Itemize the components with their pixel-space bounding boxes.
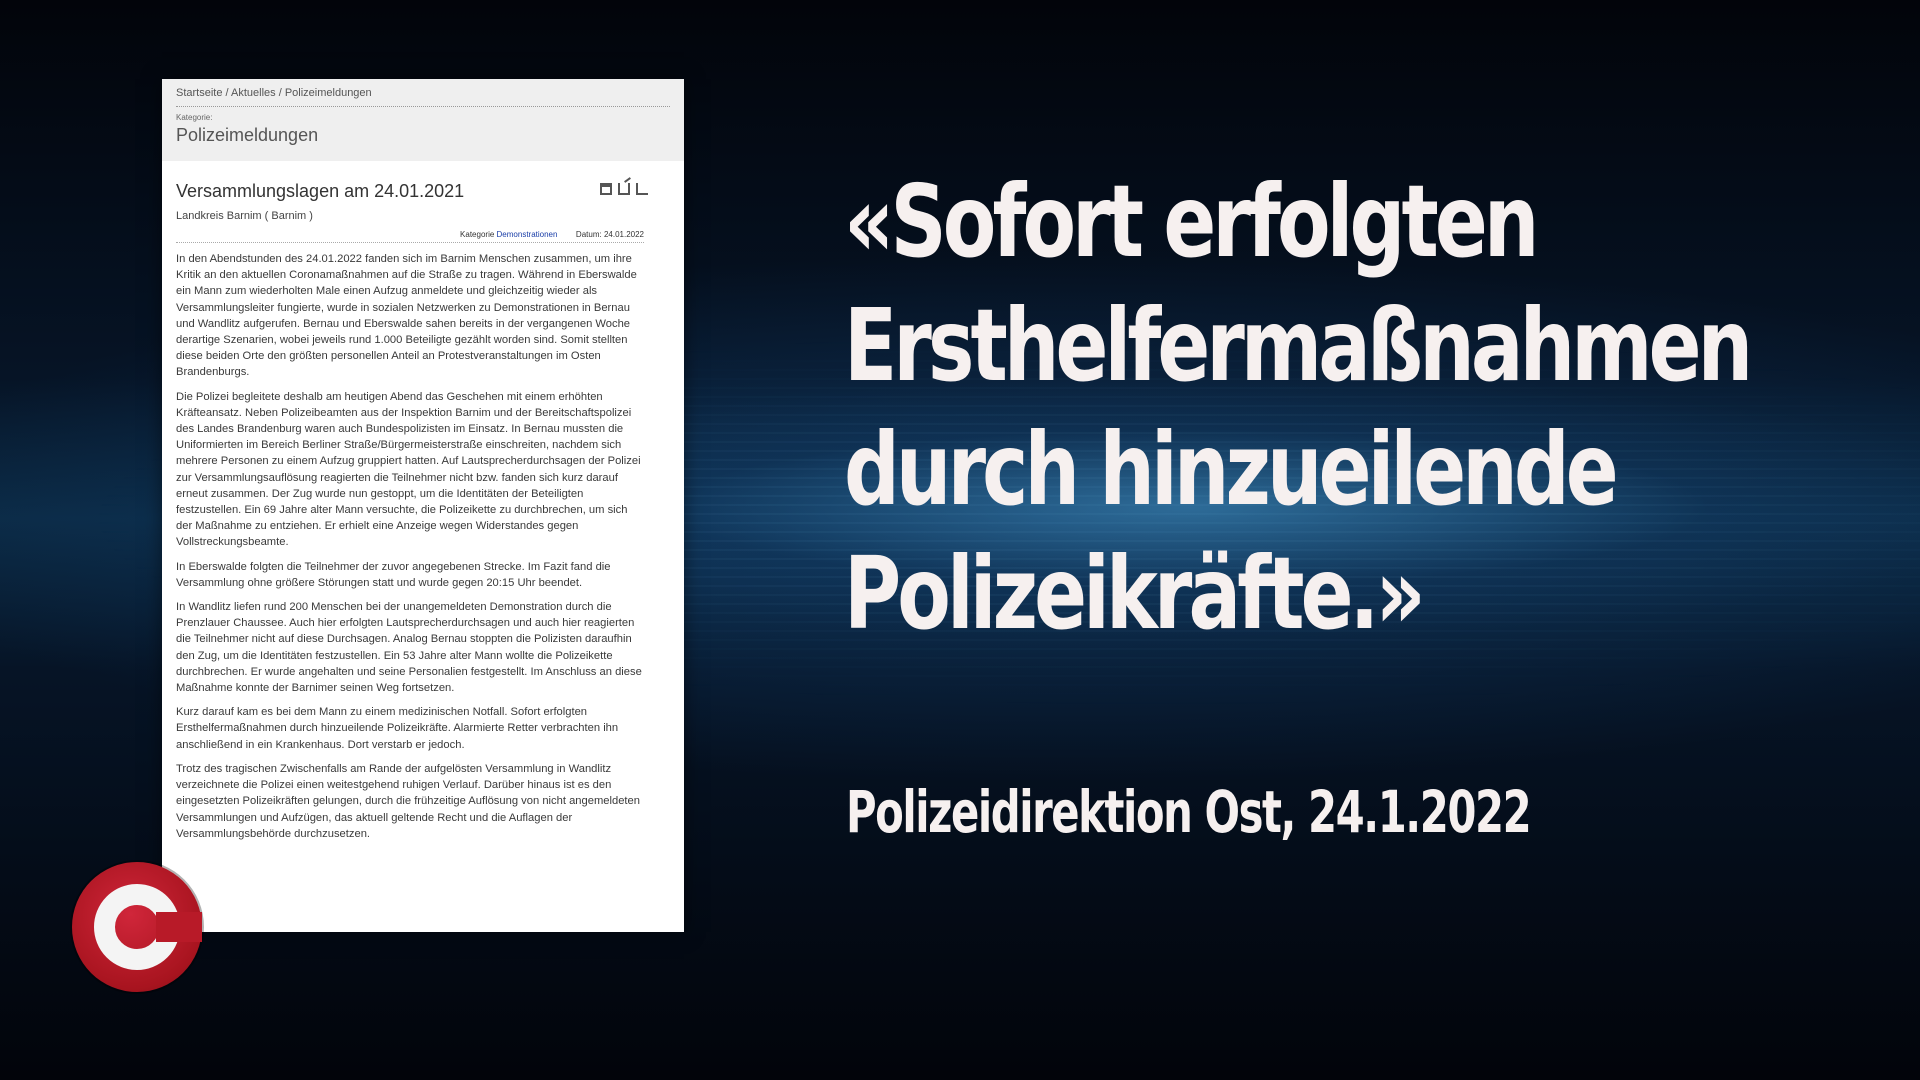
logo-gap bbox=[156, 912, 202, 942]
category-title: Polizeimeldungen bbox=[176, 125, 319, 145]
breadcrumb: Startseite / Aktuelles / Polizeimeldunge… bbox=[176, 87, 670, 107]
quote-block: «Sofort erfolgten Ersthelfermaßnahmen du… bbox=[844, 160, 1753, 656]
quote-line: durch hinzueilende bbox=[844, 411, 1619, 528]
article-paragraph: Trotz des tragischen Zwischenfalls am Ra… bbox=[176, 762, 640, 840]
article-paragraph: In den Abendstunden des 24.01.2022 fande… bbox=[176, 253, 637, 379]
recommend-icon bbox=[636, 183, 648, 195]
article-tools bbox=[600, 183, 648, 195]
article-title: Versammlungslagen am 24.01.2021 bbox=[176, 181, 465, 201]
meta-date-value: 24.01.2022 bbox=[603, 230, 644, 239]
meta-date-label: Datum: bbox=[575, 230, 602, 239]
quote-source: Polizeidirektion Ost, 24.1.2022 bbox=[846, 778, 1532, 846]
quote-line: Polizeikräfte.» bbox=[844, 535, 1426, 652]
category-label: Kategorie: bbox=[176, 113, 213, 122]
meta-category-label: Kategorie bbox=[460, 230, 495, 239]
article-paragraph: In Eberswalde folgten die Teilnehmer der… bbox=[176, 560, 611, 589]
quote-line: Ersthelfermaßnahmen bbox=[844, 287, 1753, 404]
article-paragraph: Kurz darauf kam es bei dem Mann zu einem… bbox=[176, 706, 619, 751]
meta-category-link: Demonstrationen bbox=[496, 230, 558, 239]
c-logo-icon bbox=[72, 862, 202, 992]
document-header: Startseite / Aktuelles / Polizeimeldunge… bbox=[162, 79, 684, 161]
article-paragraph: Die Polizei begleitete deshalb am heutig… bbox=[176, 390, 641, 549]
article: Versammlungslagen am 24.01.2021 Landkrei… bbox=[162, 161, 684, 842]
article-paragraph: In Wandlitz liefen rund 200 Menschen bei… bbox=[176, 601, 642, 695]
quote-line: «Sofort erfolgten bbox=[844, 163, 1539, 280]
police-report-screenshot: Startseite / Aktuelles / Polizeimeldunge… bbox=[162, 79, 684, 932]
print-icon bbox=[600, 183, 612, 195]
share-icon bbox=[618, 183, 630, 195]
article-meta: Kategorie Demonstrationen Datum: 24.01.2… bbox=[176, 230, 644, 243]
article-district: Landkreis Barnim ( Barnim ) bbox=[176, 210, 313, 222]
